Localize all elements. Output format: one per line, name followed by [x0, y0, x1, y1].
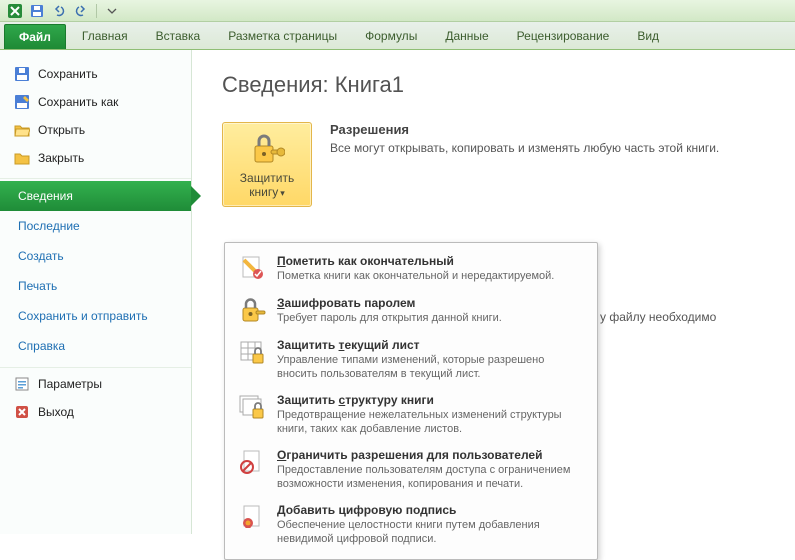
undo-button[interactable]: [50, 2, 68, 20]
dd-item-desc: Обеспечение целостности книги путем доба…: [277, 518, 585, 546]
dd-item-title: Зашифровать паролем: [277, 296, 585, 310]
dd-item-title: Защитить текущий лист: [277, 338, 585, 352]
page-title: Сведения: Книга1: [222, 72, 775, 98]
tab-page-layout[interactable]: Разметка страницы: [214, 22, 351, 49]
dd-item-desc: Требует пароль для открытия данной книги…: [277, 311, 585, 325]
dropdown-arrow-icon: ▾: [280, 188, 285, 198]
mark-final-icon: [237, 254, 267, 284]
saveas-icon: [14, 94, 30, 110]
dd-item-title: Пометить как окончательный: [277, 254, 585, 268]
save-qat-button[interactable]: [28, 2, 46, 20]
encrypt-icon: [237, 296, 267, 326]
sidebar-saveas-label: Сохранить как: [38, 95, 118, 109]
protect-button-label: Защитить книгу: [240, 171, 294, 199]
sidebar-item-print[interactable]: Печать: [0, 271, 191, 301]
redo-button[interactable]: [72, 2, 90, 20]
options-icon: [14, 376, 30, 392]
excel-icon: [6, 2, 24, 20]
sidebar-item-info[interactable]: Сведения: [0, 181, 191, 211]
dd-item-title: Защитить структуру книги: [277, 393, 585, 407]
restrict-icon: [237, 448, 267, 478]
tab-home[interactable]: Главная: [68, 22, 142, 49]
dd-item-title: Ограничить разрешения для пользователей: [277, 448, 585, 462]
partial-text-behind: у файлу необходимо: [600, 310, 716, 324]
structure-lock-icon: [237, 393, 267, 423]
tab-insert[interactable]: Вставка: [142, 22, 215, 49]
tab-data[interactable]: Данные: [431, 22, 502, 49]
qat-customize-button[interactable]: [103, 2, 121, 20]
protect-dropdown: Пометить как окончательный Пометка книги…: [224, 242, 598, 560]
dd-item-desc: Предотвращение нежелательных изменений с…: [277, 408, 585, 436]
permissions-text: Все могут открывать, копировать и изменя…: [330, 141, 719, 155]
dd-protect-sheet[interactable]: Защитить текущий лист Управление типами …: [229, 333, 593, 388]
folder-close-icon: [14, 150, 30, 166]
dd-item-desc: Управление типами изменений, которые раз…: [277, 353, 585, 381]
tab-review[interactable]: Рецензирование: [503, 22, 624, 49]
protect-icon: [248, 131, 286, 167]
dd-restrict[interactable]: Ограничить разрешения для пользователей …: [229, 443, 593, 498]
sidebar-item-help[interactable]: Справка: [0, 331, 191, 361]
ribbon-tabs: Файл Главная Вставка Разметка страницы Ф…: [0, 22, 795, 50]
sidebar-exit-label: Выход: [38, 405, 74, 419]
save-icon: [14, 66, 30, 82]
sidebar-close-label: Закрыть: [38, 151, 84, 165]
tab-formulas[interactable]: Формулы: [351, 22, 431, 49]
exit-icon: [14, 404, 30, 420]
sidebar-options[interactable]: Параметры: [0, 370, 191, 398]
dd-mark-final[interactable]: Пометить как окончательный Пометка книги…: [229, 249, 593, 291]
tab-view[interactable]: Вид: [623, 22, 673, 49]
title-bar: [0, 0, 795, 22]
sidebar-exit[interactable]: Выход: [0, 398, 191, 426]
sidebar-save[interactable]: Сохранить: [0, 60, 191, 88]
backstage-content: Сведения: Книга1 Защитить книгу▾ Разреше…: [192, 50, 795, 534]
sidebar-save-label: Сохранить: [38, 67, 98, 81]
backstage-sidebar: Сохранить Сохранить как Открыть Закрыть …: [0, 50, 192, 534]
permissions-heading: Разрешения: [330, 122, 719, 137]
sidebar-open-label: Открыть: [38, 123, 85, 137]
protect-workbook-button[interactable]: Защитить книгу▾: [222, 122, 312, 207]
sheet-lock-icon: [237, 338, 267, 368]
dd-encrypt[interactable]: Зашифровать паролем Требует пароль для о…: [229, 291, 593, 333]
dd-item-title: Добавить цифровую подпись: [277, 503, 585, 517]
sidebar-item-share[interactable]: Сохранить и отправить: [0, 301, 191, 331]
signature-icon: [237, 503, 267, 533]
dd-digital-sign[interactable]: Добавить цифровую подпись Обеспечение це…: [229, 498, 593, 553]
sidebar-saveas[interactable]: Сохранить как: [0, 88, 191, 116]
sidebar-item-recent[interactable]: Последние: [0, 211, 191, 241]
folder-open-icon: [14, 122, 30, 138]
dd-item-desc: Пометка книги как окончательной и нереда…: [277, 269, 585, 283]
sidebar-close[interactable]: Закрыть: [0, 144, 191, 172]
sidebar-item-new[interactable]: Создать: [0, 241, 191, 271]
dd-item-desc: Предоставление пользователям доступа с о…: [277, 463, 585, 491]
tab-file[interactable]: Файл: [4, 24, 66, 49]
sidebar-open[interactable]: Открыть: [0, 116, 191, 144]
dd-protect-structure[interactable]: Защитить структуру книги Предотвращение …: [229, 388, 593, 443]
sidebar-options-label: Параметры: [38, 377, 102, 391]
qat-separator: [96, 4, 97, 18]
